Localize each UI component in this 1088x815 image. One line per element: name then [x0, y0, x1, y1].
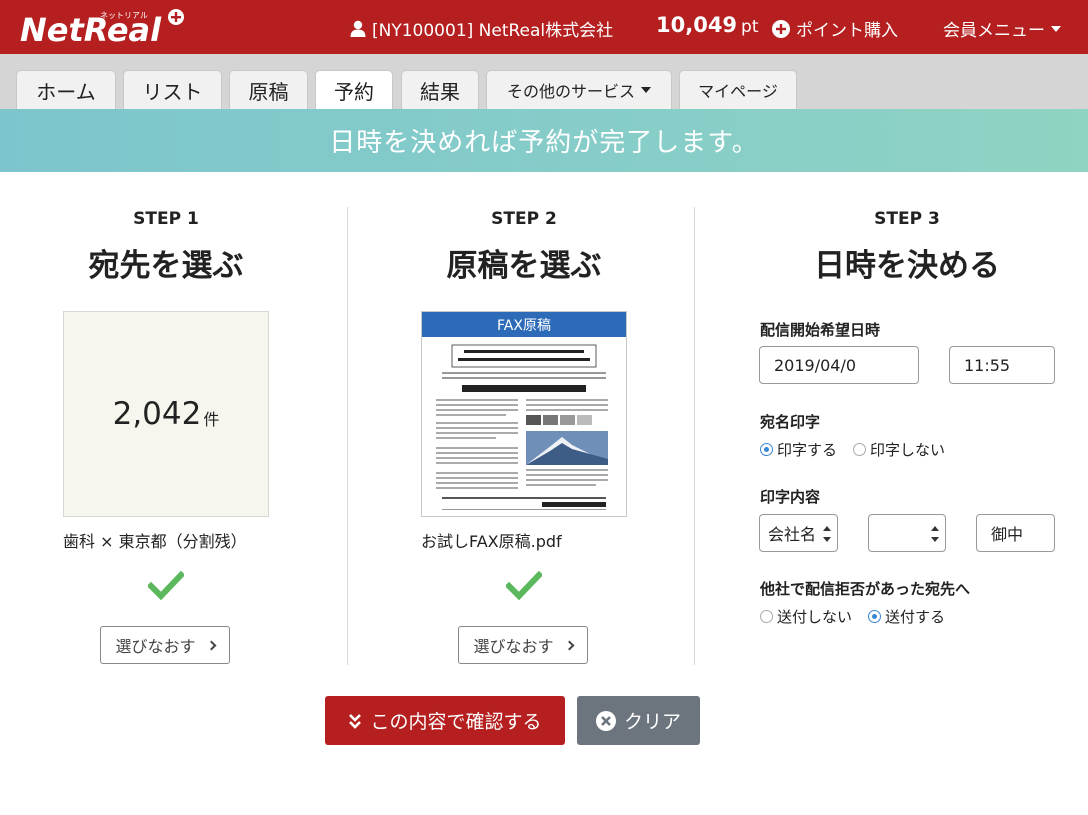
double-chevron-down-icon: [349, 713, 362, 729]
reject-handling-label: 他社で配信拒否があった宛先へ: [760, 580, 971, 598]
user-icon: [350, 20, 366, 37]
tab-manuscript-label: 原稿: [248, 79, 289, 104]
main-tab-bar: ホーム リスト 原稿 予約 結果 その他のサービス マイページ: [0, 54, 1088, 109]
date-input[interactable]: 2019/04/0: [759, 346, 919, 384]
honorific-input[interactable]: 御中: [976, 514, 1055, 552]
step3-label: STEP 3: [874, 209, 940, 229]
check-icon: [148, 571, 184, 601]
caret-down-icon: [1051, 25, 1061, 32]
tab-home-label: ホーム: [36, 79, 96, 104]
print-name-label: 宛名印字: [760, 413, 821, 431]
send-no-radio[interactable]: [760, 610, 773, 623]
instruction-banner: 日時を決めれば予約が完了します。: [0, 109, 1088, 172]
points-balance: 10,049 pt: [656, 13, 759, 37]
step2-label: STEP 2: [491, 209, 557, 229]
step3-title: 日時を決める: [814, 248, 1000, 284]
fax-preview-body: [436, 344, 608, 510]
recipient-count-unit: 件: [203, 410, 220, 429]
print-no-label[interactable]: 印字しない: [870, 439, 945, 460]
tab-mypage[interactable]: マイページ: [679, 70, 797, 109]
reselect-manuscript-button[interactable]: 選びなおす: [458, 626, 588, 664]
recipient-count: 2,042: [112, 396, 202, 432]
confirm-label: この内容で確認する: [370, 711, 542, 733]
print-yes-label[interactable]: 印字する: [777, 439, 837, 460]
fax-preview-thumbnail[interactable]: FAX原稿: [421, 311, 627, 517]
user-label: [NY100001] NetReal株式会社: [372, 21, 614, 41]
manuscript-file-caption: お試しFAX原稿.pdf: [421, 532, 562, 551]
caret-down-icon: [641, 87, 651, 93]
banner-text: 日時を決めれば予約が完了します。: [329, 128, 759, 158]
tab-results-label: 結果: [420, 79, 460, 104]
print-no-radio[interactable]: [853, 443, 867, 456]
recipient-list-caption: 歯科 × 東京都（分割残）: [63, 532, 247, 551]
times-circle-icon: [595, 710, 616, 731]
column-divider: [694, 207, 695, 665]
fax-preview-header: FAX原稿: [422, 312, 626, 337]
print-name-radio-group: 印字する 印字しない: [760, 439, 945, 460]
reject-handling-radio-group: 送付しない 送付する: [760, 606, 945, 627]
svg-text:ネットリアル: ネットリアル: [100, 11, 148, 20]
clear-label: クリア: [623, 711, 681, 733]
user-account: [NY100001] NetReal株式会社: [350, 16, 613, 41]
chevron-right-icon: [206, 640, 216, 650]
confirm-button[interactable]: この内容で確認する: [325, 696, 565, 745]
chevron-right-icon: [564, 640, 574, 650]
tab-home[interactable]: ホーム: [16, 70, 116, 109]
step1-title: 宛先を選ぶ: [88, 248, 244, 284]
send-no-label[interactable]: 送付しない: [777, 606, 852, 627]
tab-list-label: リスト: [142, 79, 203, 104]
member-menu-label: 会員メニュー: [943, 21, 1045, 41]
select-arrows-icon: [931, 526, 939, 542]
clear-button[interactable]: クリア: [577, 696, 700, 745]
tab-reservation-label: 予約: [334, 79, 374, 104]
print-content-label: 印字内容: [760, 488, 821, 506]
tab-reservation[interactable]: 予約: [315, 70, 393, 109]
tab-other-services[interactable]: その他のサービス: [486, 70, 672, 109]
reselect-label: 選びなおす: [473, 637, 554, 656]
tab-mypage-label: マイページ: [698, 82, 778, 101]
datetime-label: 配信開始希望日時: [760, 321, 881, 339]
select-arrows-icon: [823, 526, 831, 542]
tab-manuscript[interactable]: 原稿: [229, 70, 308, 109]
recipient-count-box: 2,042 件: [63, 311, 269, 517]
plus-circle-icon: [772, 19, 790, 38]
print-yes-radio[interactable]: [760, 443, 773, 456]
reselect-label: 選びなおす: [115, 637, 196, 656]
tab-other-services-label: その他のサービス: [506, 82, 635, 101]
step2-title: 原稿を選ぶ: [446, 248, 602, 284]
reselect-recipients-button[interactable]: 選びなおす: [100, 626, 230, 664]
member-menu-dropdown[interactable]: 会員メニュー: [943, 16, 1061, 41]
print-field-value: 会社名: [768, 525, 817, 544]
time-input[interactable]: 11:55: [949, 346, 1055, 384]
send-yes-label[interactable]: 送付する: [885, 606, 945, 627]
tab-results[interactable]: 結果: [401, 70, 479, 109]
print-field-select[interactable]: 会社名: [759, 514, 838, 552]
buy-points-link[interactable]: ポイント購入: [772, 16, 898, 41]
top-header: NetReal ネットリアル [NY100001] NetReal株式会社 10…: [0, 0, 1088, 54]
check-icon: [506, 571, 542, 601]
buy-points-label: ポイント購入: [796, 21, 898, 41]
points-unit: pt: [741, 17, 759, 37]
tab-list[interactable]: リスト: [123, 70, 222, 109]
step1-label: STEP 1: [133, 209, 199, 229]
column-divider: [347, 207, 348, 665]
netreal-logo[interactable]: NetReal ネットリアル: [18, 7, 188, 49]
send-yes-radio[interactable]: [868, 610, 882, 623]
print-field-select-2[interactable]: [868, 514, 946, 552]
points-value: 10,049: [656, 13, 738, 37]
